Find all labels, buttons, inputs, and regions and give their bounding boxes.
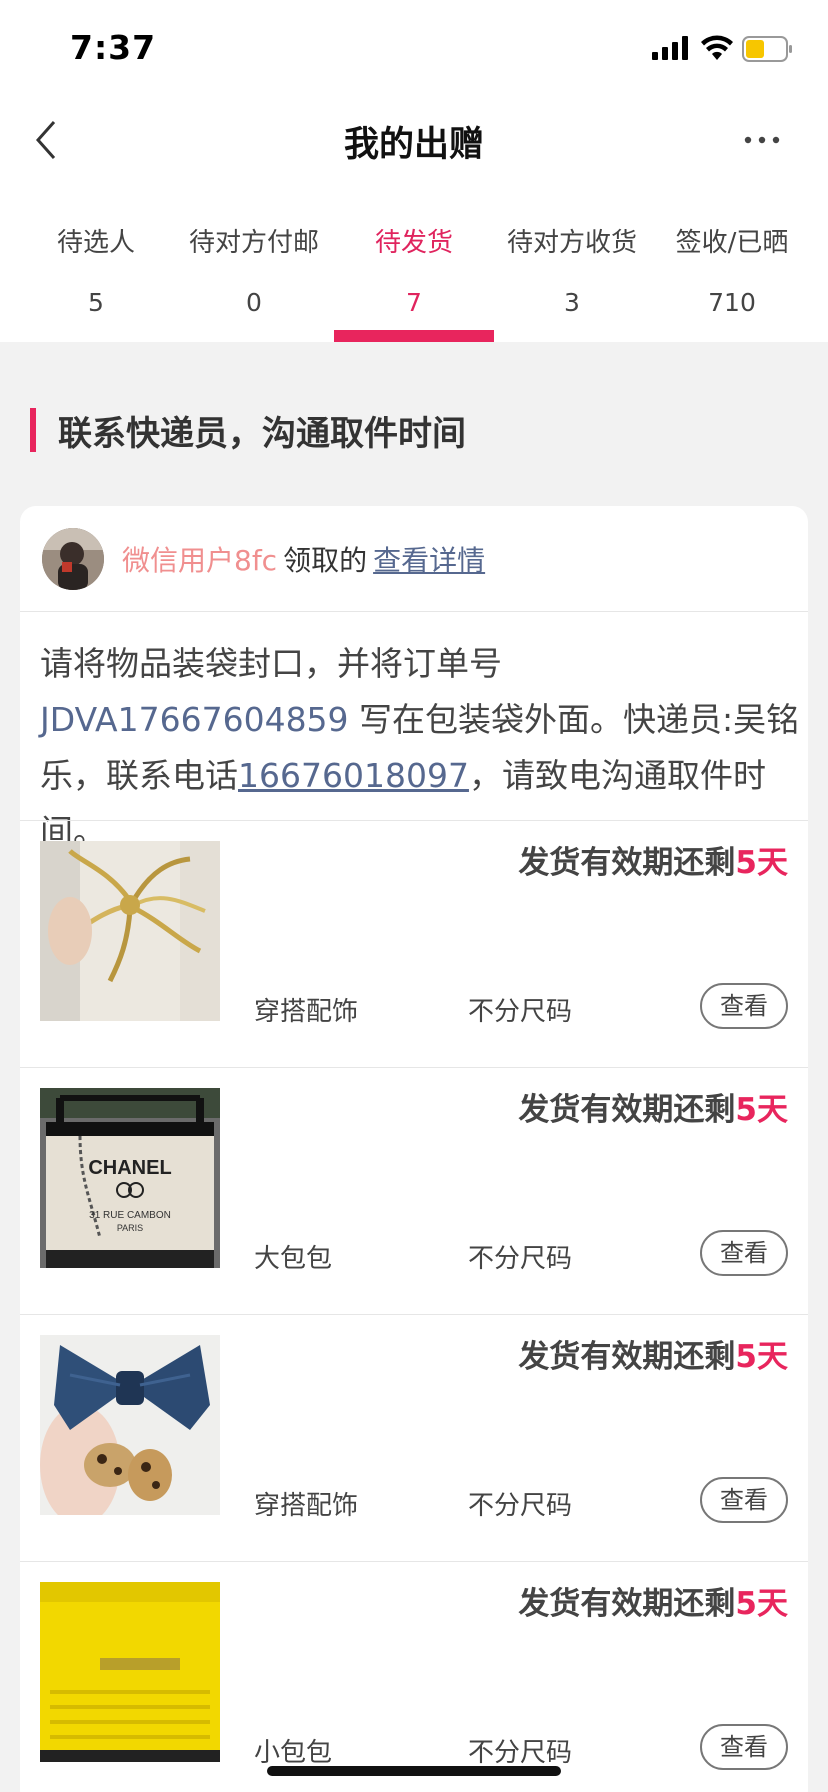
recipient-row: 微信用户8fc 领取的 查看详情 xyxy=(20,506,808,612)
signal-icon xyxy=(652,36,688,60)
shipping-deadline: 发货有效期还剩5天 xyxy=(518,1084,788,1129)
item-thumbnail[interactable] xyxy=(40,1582,220,1762)
thumb-line1-text: 31 RUE CAMBON xyxy=(89,1210,171,1221)
screen: 7:37 我的出赠 待选人 5 待对方付邮 0 待发货 7 待对方收货 3 签收… xyxy=(0,0,828,1792)
tab-pending-receipt[interactable]: 待对方收货 3 xyxy=(492,188,652,342)
view-button[interactable]: 查看 xyxy=(700,1230,788,1276)
battery-icon xyxy=(742,36,792,62)
avatar[interactable] xyxy=(42,528,104,590)
tab-count: 7 xyxy=(406,288,422,317)
item-category: 穿搭配饰 xyxy=(254,1491,359,1521)
status-time: 7:37 xyxy=(70,28,157,67)
deadline-prefix: 发货有效期还剩 xyxy=(518,1092,736,1128)
deadline-prefix: 发货有效期还剩 xyxy=(518,845,736,881)
nav-bar: 我的出赠 xyxy=(0,94,828,188)
deadline-days: 5天 xyxy=(735,1092,788,1128)
shipping-deadline: 发货有效期还剩5天 xyxy=(518,1331,788,1376)
item-category: 小包包 xyxy=(254,1738,333,1768)
tab-signed-shared[interactable]: 签收/已晒 710 xyxy=(652,188,812,342)
tab-label: 待选人 xyxy=(56,228,135,258)
status-bar: 7:37 xyxy=(0,0,828,94)
tab-label: 待对方收货 xyxy=(506,228,637,258)
recipient-action: 领取的 xyxy=(283,544,368,577)
instructions-text: 请将物品装袋封口，并将订单号 xyxy=(40,644,502,683)
deadline-prefix: 发货有效期还剩 xyxy=(518,1339,736,1375)
item-category: 大包包 xyxy=(254,1244,333,1274)
item-size: 不分尺码 xyxy=(468,997,573,1027)
home-indicator xyxy=(267,1766,561,1776)
item-size: 不分尺码 xyxy=(468,1738,573,1768)
wifi-icon xyxy=(701,35,733,60)
shipping-deadline: 发货有效期还剩5天 xyxy=(518,1578,788,1623)
item-row: CHANEL 31 RUE CAMBON PARIS 发货有效期还剩5天 大包包… xyxy=(20,1067,808,1314)
tab-label: 待发货 xyxy=(374,228,453,258)
deadline-days: 5天 xyxy=(735,1339,788,1375)
view-details-link[interactable]: 查看详情 xyxy=(373,544,485,577)
page-title: 我的出赠 xyxy=(343,125,484,165)
tab-count: 3 xyxy=(564,288,580,317)
thumb-brand-text: CHANEL xyxy=(88,1157,171,1179)
item-size: 不分尺码 xyxy=(468,1491,573,1521)
courier-phone-link[interactable]: 16676018097 xyxy=(238,756,469,795)
deadline-days: 5天 xyxy=(735,1586,788,1622)
active-tab-underline xyxy=(334,330,494,342)
view-button[interactable]: 查看 xyxy=(700,983,788,1029)
tab-count: 0 xyxy=(246,288,262,317)
status-tabs: 待选人 5 待对方付邮 0 待发货 7 待对方收货 3 签收/已晒 710 xyxy=(0,188,828,342)
item-thumbnail[interactable] xyxy=(40,841,220,1021)
tab-label: 待对方付邮 xyxy=(188,228,319,258)
item-category: 穿搭配饰 xyxy=(254,997,359,1027)
item-size: 不分尺码 xyxy=(468,1244,573,1274)
deadline-days: 5天 xyxy=(735,845,788,881)
view-button[interactable]: 查看 xyxy=(700,1724,788,1770)
item-thumbnail[interactable] xyxy=(40,1335,220,1515)
item-row: 发货有效期还剩5天 穿搭配饰 不分尺码 查看 xyxy=(20,820,808,1067)
item-row: 发货有效期还剩5天 小包包 不分尺码 查看 xyxy=(20,1561,808,1792)
shipping-deadline: 发货有效期还剩5天 xyxy=(518,837,788,882)
thumb-line2-text: PARIS xyxy=(117,1223,143,1233)
recipient-name: 微信用户8fc xyxy=(122,544,278,577)
order-card: 微信用户8fc 领取的 查看详情 请将物品装袋封口，并将订单号 JDVA176676… xyxy=(20,506,808,1792)
tab-count: 710 xyxy=(708,288,756,317)
tab-label: 签收/已晒 xyxy=(675,228,789,258)
tab-count: 5 xyxy=(88,288,104,317)
tab-pending-shipment[interactable]: 待发货 7 xyxy=(334,188,494,342)
item-thumbnail[interactable]: CHANEL 31 RUE CAMBON PARIS xyxy=(40,1088,220,1268)
item-row: 发货有效期还剩5天 穿搭配饰 不分尺码 查看 xyxy=(20,1314,808,1561)
more-options-icon[interactable] xyxy=(740,122,784,158)
order-number: JDVA17667604859 xyxy=(40,700,349,739)
deadline-prefix: 发货有效期还剩 xyxy=(518,1586,736,1622)
view-button[interactable]: 查看 xyxy=(700,1477,788,1523)
heading-accent-bar xyxy=(30,408,36,452)
recipient-line: 微信用户8fc 领取的 查看详情 xyxy=(122,539,485,579)
tab-pending-selection[interactable]: 待选人 5 xyxy=(16,188,176,342)
tab-pending-postage[interactable]: 待对方付邮 0 xyxy=(174,188,334,342)
section-heading-text: 联系快递员，沟通取件时间 xyxy=(58,414,466,454)
